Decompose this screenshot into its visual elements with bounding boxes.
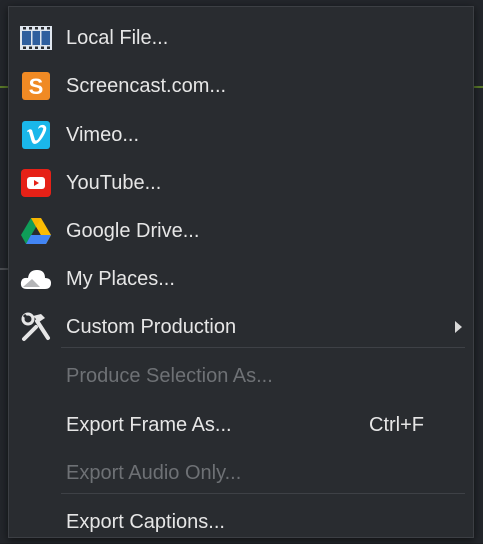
menu-item-screencast[interactable]: S Screencast.com... [9, 64, 473, 108]
menu-separator [61, 493, 465, 494]
menu-separator [61, 347, 465, 348]
menu-item-produce-selection: Produce Selection As... [9, 354, 473, 398]
menu-item-label: Local File... [66, 26, 169, 49]
menu-item-custom-production[interactable]: Custom Production [9, 305, 473, 349]
menu-item-local-file[interactable]: Local File... [9, 16, 473, 60]
tools-icon [19, 310, 53, 344]
menu-item-vimeo[interactable]: Vimeo... [9, 113, 473, 157]
menu-item-label: Vimeo... [66, 123, 139, 146]
share-menu: Local File... S Screencast.com... Vimeo.… [8, 6, 474, 538]
shortcut-label: Ctrl+F [369, 413, 424, 436]
menu-item-export-captions[interactable]: Export Captions... [9, 500, 473, 544]
menu-item-export-audio: Export Audio Only... [9, 451, 473, 495]
youtube-icon [19, 166, 53, 200]
menu-item-label: YouTube... [66, 171, 162, 194]
menu-item-google-drive[interactable]: Google Drive... [9, 209, 473, 253]
screencast-icon: S [19, 69, 53, 103]
menu-item-label: Produce Selection As... [66, 364, 273, 387]
menu-item-label: Custom Production [66, 315, 237, 338]
svg-text:S: S [29, 74, 44, 99]
google-drive-icon [19, 214, 53, 248]
menu-item-my-places[interactable]: My Places... [9, 257, 473, 301]
menu-item-export-frame[interactable]: Export Frame As... Ctrl+F [9, 403, 473, 447]
film-strip-icon [19, 21, 53, 55]
vimeo-icon [19, 118, 53, 152]
menu-item-label: My Places... [66, 267, 175, 290]
menu-item-label: Screencast.com... [66, 74, 227, 97]
menu-item-label: Export Captions... [66, 510, 225, 533]
menu-item-label: Google Drive... [66, 219, 200, 242]
menu-item-label: Export Audio Only... [66, 461, 242, 484]
submenu-arrow-icon [455, 321, 462, 333]
cloud-icon [19, 262, 53, 296]
menu-item-label: Export Frame As... [66, 413, 232, 436]
menu-item-youtube[interactable]: YouTube... [9, 161, 473, 205]
